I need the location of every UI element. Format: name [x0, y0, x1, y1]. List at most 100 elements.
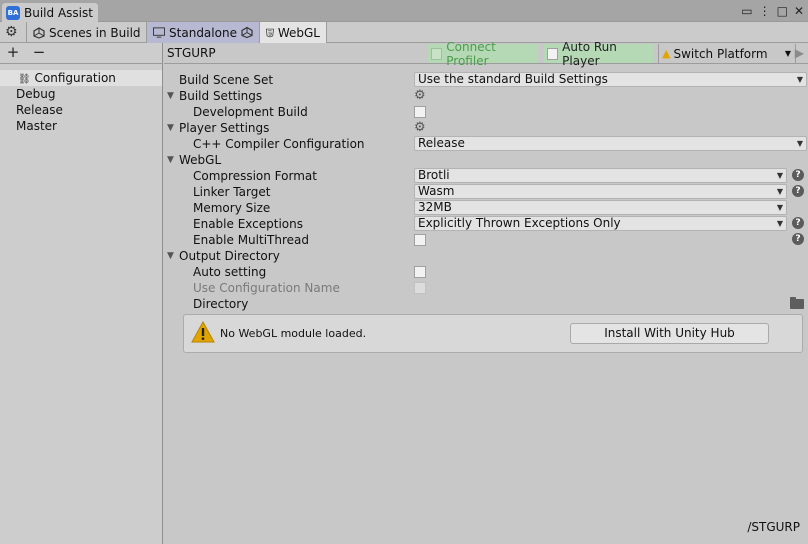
use-configuration-name-label: Use Configuration Name: [193, 281, 340, 295]
player-settings-header[interactable]: Player Settings: [179, 120, 269, 136]
enable-multithread-checkbox[interactable]: [414, 234, 426, 246]
play-icon[interactable]: ▶: [795, 46, 804, 60]
list-item-label: Configuration: [34, 71, 116, 85]
compression-format-label: Compression Format: [193, 169, 317, 183]
linker-target-label: Linker Target: [193, 185, 271, 199]
help-icon[interactable]: ?: [792, 185, 804, 197]
monitor-icon: [153, 27, 166, 38]
foldout-arrow-icon[interactable]: ▼: [167, 248, 174, 264]
cpp-compiler-label: C++ Compiler Configuration: [193, 137, 365, 151]
html5-icon: [266, 28, 274, 37]
dropdown-value: Brotli: [418, 168, 450, 182]
window-layout-icon[interactable]: ▭: [741, 4, 752, 18]
list-header: + −: [0, 43, 162, 64]
row-player-settings: ▼ Player Settings ⚙: [164, 120, 808, 136]
row-auto-setting: Auto setting: [164, 264, 808, 280]
switch-platform-label: Switch Platform: [673, 46, 768, 61]
webgl-header[interactable]: WebGL: [179, 152, 221, 168]
dropdown-value: Wasm: [418, 184, 455, 198]
link-icon: ⛓: [18, 74, 31, 85]
help-icon[interactable]: ?: [792, 169, 804, 181]
foldout-arrow-icon[interactable]: ▼: [167, 152, 174, 168]
warning-icon: ▲: [662, 47, 671, 60]
development-build-checkbox[interactable]: [414, 106, 426, 118]
row-enable-multithread: Enable MultiThread ?: [164, 232, 808, 248]
help-icon[interactable]: ?: [792, 233, 804, 245]
connect-profiler-checkbox[interactable]: [431, 47, 443, 60]
folder-icon[interactable]: [790, 297, 804, 309]
row-cpp-compiler: C++ Compiler Configuration Release ▼: [164, 136, 808, 152]
memory-size-dropdown[interactable]: 32MB ▼: [414, 200, 787, 215]
connect-profiler-toggle[interactable]: Connect Profiler: [428, 40, 538, 68]
use-configuration-name-checkbox: [414, 282, 426, 294]
build-settings-header[interactable]: Build Settings: [179, 88, 262, 104]
warning-helpbox: No WebGL module loaded. Install With Uni…: [183, 314, 803, 353]
tab-label: WebGL: [277, 25, 320, 40]
foldout-arrow-icon[interactable]: ▼: [167, 120, 174, 136]
enable-exceptions-dropdown[interactable]: Explicitly Thrown Exceptions Only ▼: [414, 216, 787, 231]
list-item-configuration[interactable]: ⛓ Configuration: [0, 70, 162, 86]
window-controls: ▭ ⋮ □ ✕: [741, 4, 804, 18]
row-use-configuration-name: Use Configuration Name: [164, 280, 808, 296]
chevron-down-icon: ▼: [776, 171, 783, 180]
unity-logo-icon: [33, 26, 45, 39]
window-title: Build Assist: [24, 5, 93, 20]
help-icon[interactable]: ?: [792, 217, 804, 229]
auto-run-player-label: Auto Run Player: [562, 39, 617, 68]
build-scene-set-dropdown[interactable]: Use the standard Build Settings ▼: [414, 72, 807, 87]
add-button[interactable]: +: [2, 43, 24, 62]
settings-gear-icon[interactable]: ⚙: [5, 24, 18, 40]
gear-icon[interactable]: ⚙: [414, 120, 426, 136]
tab-label: Standalone: [169, 25, 237, 40]
list-item-debug[interactable]: Debug: [0, 86, 162, 102]
title-bar: BA Build Assist ▭ ⋮ □ ✕: [0, 0, 808, 22]
switch-platform-button[interactable]: ▲ Switch Platform ▼: [658, 44, 796, 63]
list-item-release[interactable]: Release: [0, 102, 162, 118]
auto-setting-checkbox[interactable]: [414, 266, 426, 278]
more-options-icon[interactable]: ⋮: [759, 4, 771, 18]
install-with-unity-hub-button[interactable]: Install With Unity Hub: [570, 323, 769, 344]
chevron-down-icon: ▼: [776, 203, 783, 212]
row-output-directory: ▼ Output Directory: [164, 248, 808, 264]
helpbox-message: No WebGL module loaded.: [220, 327, 367, 340]
enable-exceptions-label: Enable Exceptions: [193, 217, 303, 231]
warning-icon: [191, 321, 215, 343]
maximize-icon[interactable]: □: [777, 4, 788, 18]
auto-run-player-checkbox[interactable]: [547, 47, 559, 60]
dropdown-value: Release: [418, 136, 465, 150]
list-item-master[interactable]: Master: [0, 118, 162, 134]
row-memory-size: Memory Size 32MB ▼: [164, 200, 808, 216]
development-build-label: Development Build: [193, 105, 308, 119]
row-build-settings: ▼ Build Settings ⚙: [164, 88, 808, 104]
window-tab[interactable]: BA Build Assist: [2, 3, 98, 22]
row-build-scene-set: Build Scene Set Use the standard Build S…: [164, 72, 808, 88]
auto-run-player-toggle[interactable]: Auto Run Player: [544, 40, 653, 68]
dropdown-value: 32MB: [418, 200, 452, 214]
row-linker-target: Linker Target Wasm ▼ ?: [164, 184, 808, 200]
configuration-list-panel: + − ⛓ Configuration Debug Release Master: [0, 43, 163, 544]
output-path: /STGURP: [747, 520, 800, 534]
build-assist-icon: BA: [6, 5, 20, 20]
close-icon[interactable]: ✕: [794, 4, 804, 18]
compression-format-dropdown[interactable]: Brotli ▼: [414, 168, 787, 183]
row-development-build: Development Build: [164, 104, 808, 120]
platform-toolbar: ⚙ Scenes in Build Standalone WebGL: [0, 22, 808, 43]
gear-icon[interactable]: ⚙: [414, 88, 426, 104]
build-scene-set-label: Build Scene Set: [179, 73, 274, 87]
row-directory: Directory: [164, 296, 808, 312]
foldout-arrow-icon[interactable]: ▼: [167, 88, 174, 104]
memory-size-label: Memory Size: [193, 201, 271, 215]
cpp-compiler-dropdown[interactable]: Release ▼: [414, 136, 807, 151]
tab-scenes-in-build[interactable]: Scenes in Build: [26, 22, 147, 43]
tab-webgl[interactable]: WebGL: [259, 22, 327, 43]
remove-button[interactable]: −: [28, 43, 50, 62]
output-directory-header[interactable]: Output Directory: [179, 248, 280, 264]
detail-header: STGURP Connect Profiler Auto Run Player …: [164, 40, 808, 68]
tab-standalone[interactable]: Standalone: [146, 22, 259, 43]
unity-logo-icon: [241, 26, 253, 39]
auto-setting-label: Auto setting: [193, 265, 267, 279]
configuration-detail-panel: STGURP Connect Profiler Auto Run Player …: [164, 40, 808, 544]
linker-target-dropdown[interactable]: Wasm ▼: [414, 184, 787, 199]
row-webgl: ▼ WebGL: [164, 152, 808, 168]
connect-profiler-label: Connect Profiler: [446, 39, 496, 68]
